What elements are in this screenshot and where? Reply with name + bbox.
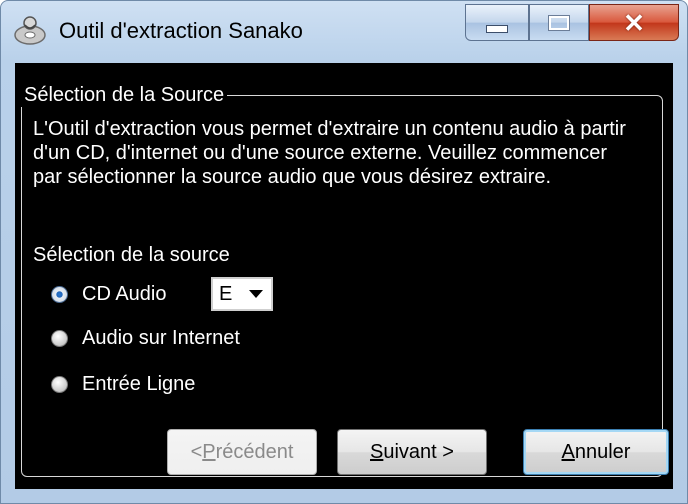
minimize-icon — [486, 24, 508, 33]
next-button-mnemonic: S — [370, 440, 384, 463]
drive-select[interactable]: E — [211, 277, 273, 311]
dialog-client-area: Sélection de la Source L'Outil d'extract… — [15, 63, 673, 489]
previous-button-label: récédent — [215, 440, 294, 463]
radio-button[interactable] — [51, 330, 68, 347]
cancel-button-mnemonic: A — [561, 440, 575, 463]
chevron-down-icon[interactable] — [249, 290, 263, 298]
radio-label-audio-internet: Audio sur Internet — [82, 327, 240, 349]
previous-button[interactable]: < Précédent — [167, 429, 317, 475]
maximize-button[interactable] — [529, 4, 589, 41]
next-button-label: uivant > — [383, 440, 454, 463]
close-button[interactable]: ✕ — [589, 4, 679, 41]
radio-line-in[interactable]: Entrée Ligne — [51, 373, 195, 396]
cd-extraction-icon — [14, 16, 46, 45]
app-window: Outil d'extraction Sanako ✕ Sélection de… — [0, 0, 688, 504]
minimize-button[interactable] — [465, 4, 529, 41]
previous-button-prefix: < — [190, 440, 203, 463]
maximize-icon — [548, 14, 570, 31]
source-selection-label: Sélection de la source — [33, 244, 230, 266]
title-bar[interactable]: Outil d'extraction Sanako ✕ — [1, 1, 687, 59]
cancel-button-label: nnuler — [574, 440, 631, 463]
radio-button[interactable] — [51, 376, 68, 393]
close-icon: ✕ — [623, 7, 645, 38]
radio-button-checked[interactable] — [51, 286, 68, 303]
window-title: Outil d'extraction Sanako — [59, 18, 303, 43]
description-text: L'Outil d'extraction vous permet d'extra… — [33, 118, 626, 188]
radio-audio-internet[interactable]: Audio sur Internet — [51, 327, 240, 350]
previous-button-mnemonic: P — [202, 440, 216, 463]
next-button[interactable]: Suivant > — [337, 429, 487, 475]
radio-label-line-in: Entrée Ligne — [82, 373, 196, 395]
cancel-button[interactable]: Annuler — [523, 429, 669, 475]
drive-select-value: E — [219, 282, 233, 305]
radio-cd-audio[interactable]: CD Audio — [51, 283, 167, 306]
groupbox-legend: Sélection de la Source — [21, 83, 228, 107]
radio-label-cd-audio: CD Audio — [82, 283, 167, 305]
